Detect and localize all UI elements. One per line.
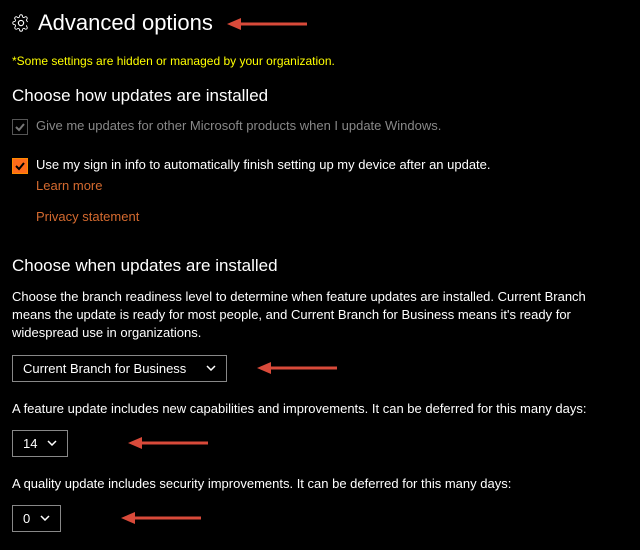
checkbox-row-ms-products: Give me updates for other Microsoft prod… — [12, 118, 628, 135]
checkbox-row-signin: Use my sign in info to automatically fin… — [12, 157, 628, 174]
chevron-down-icon — [47, 440, 57, 446]
quality-defer-description: A quality update includes security impro… — [12, 475, 628, 493]
checkbox-signin-label: Use my sign in info to automatically fin… — [36, 157, 491, 172]
org-managed-warning: *Some settings are hidden or managed by … — [12, 54, 628, 68]
checkbox-ms-products — [12, 119, 28, 135]
feature-defer-description: A feature update includes new capabiliti… — [12, 400, 628, 418]
annotation-arrow-icon — [257, 361, 337, 393]
quality-defer-dropdown[interactable]: 0 — [12, 505, 61, 532]
chevron-down-icon — [206, 365, 216, 371]
branch-readiness-value: Current Branch for Business — [23, 361, 186, 376]
page-header: Advanced options — [12, 10, 628, 36]
page-title: Advanced options — [38, 10, 213, 36]
privacy-statement-link[interactable]: Privacy statement — [36, 209, 139, 224]
section-title-when: Choose when updates are installed — [12, 256, 628, 276]
learn-more-link[interactable]: Learn more — [36, 178, 102, 193]
feature-defer-dropdown[interactable]: 14 — [12, 430, 68, 457]
branch-readiness-dropdown[interactable]: Current Branch for Business — [12, 355, 227, 382]
annotation-arrow-icon — [227, 17, 307, 31]
feature-defer-value: 14 — [23, 436, 37, 451]
checkbox-ms-products-label: Give me updates for other Microsoft prod… — [36, 118, 441, 133]
quality-defer-value: 0 — [23, 511, 30, 526]
annotation-arrow-icon — [121, 511, 201, 543]
branch-description: Choose the branch readiness level to det… — [12, 288, 628, 343]
chevron-down-icon — [40, 515, 50, 521]
checkbox-signin[interactable] — [12, 158, 28, 174]
annotation-arrow-icon — [128, 436, 208, 468]
gear-icon — [12, 14, 30, 32]
section-title-how: Choose how updates are installed — [12, 86, 628, 106]
